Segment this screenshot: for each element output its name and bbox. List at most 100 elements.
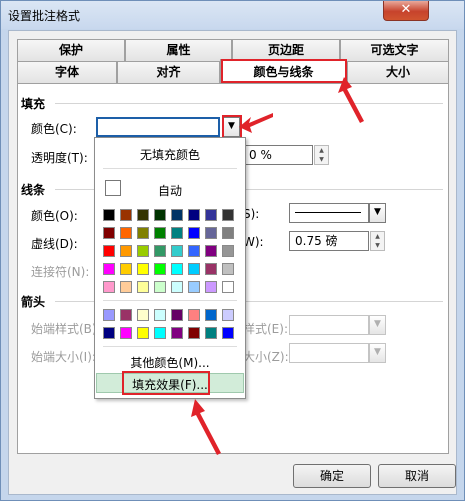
red-arrow-fill-effects-icon	[191, 399, 221, 455]
end-style-field	[289, 315, 369, 335]
color-swatch[interactable]	[103, 245, 115, 257]
end-style-dropdown-button: ▼	[369, 315, 386, 335]
close-button[interactable]: ✕	[383, 1, 429, 21]
color-swatch[interactable]	[137, 281, 149, 293]
color-swatch[interactable]	[120, 209, 132, 221]
color-swatch[interactable]	[205, 281, 217, 293]
color-swatch[interactable]	[205, 227, 217, 239]
tab-font[interactable]: 字体	[17, 61, 117, 83]
dialog-window: 设置批注格式 ✕ 保护 属性 页边距 可选文字 字体 对齐 颜色与线条 大小 填…	[0, 0, 465, 501]
color-swatch[interactable]	[222, 245, 234, 257]
color-swatch[interactable]	[154, 281, 166, 293]
end-size-field	[289, 343, 369, 363]
end-size-dropdown-button: ▼	[369, 343, 386, 363]
transparency-label: 透明度(T):	[31, 151, 88, 165]
color-swatch[interactable]	[188, 327, 200, 339]
line-style-field[interactable]	[289, 203, 369, 223]
color-swatch[interactable]	[103, 227, 115, 239]
color-swatch[interactable]	[171, 245, 183, 257]
transparency-spinner[interactable]: ▲ ▼	[314, 145, 329, 165]
fill-color-label: 颜色(C):	[31, 122, 77, 136]
color-swatch[interactable]	[222, 209, 234, 221]
color-swatch[interactable]	[205, 309, 217, 321]
color-swatch[interactable]	[137, 245, 149, 257]
color-swatch[interactable]	[103, 281, 115, 293]
color-swatch[interactable]	[154, 245, 166, 257]
color-swatch[interactable]	[154, 327, 166, 339]
color-swatch[interactable]	[222, 227, 234, 239]
popup-divider-3	[103, 346, 237, 347]
color-swatch[interactable]	[188, 245, 200, 257]
color-swatch[interactable]	[205, 327, 217, 339]
color-swatch[interactable]	[222, 309, 234, 321]
auto-color-option[interactable]: 自动	[155, 182, 185, 199]
color-swatch[interactable]	[103, 309, 115, 321]
color-swatch[interactable]	[205, 263, 217, 275]
line-color-label: 颜色(O):	[31, 209, 78, 223]
color-swatch[interactable]	[137, 327, 149, 339]
color-swatch[interactable]	[120, 327, 132, 339]
tab-protection[interactable]: 保护	[17, 39, 125, 61]
color-swatch[interactable]	[188, 209, 200, 221]
color-swatch[interactable]	[120, 309, 132, 321]
connector-label: 连接符(N):	[31, 265, 90, 279]
color-swatch[interactable]	[188, 281, 200, 293]
color-swatch[interactable]	[120, 245, 132, 257]
color-swatch[interactable]	[137, 263, 149, 275]
red-arrow-dropdown-icon	[239, 113, 273, 133]
window-title: 设置批注格式	[8, 9, 81, 23]
color-swatch[interactable]	[171, 281, 183, 293]
color-swatch[interactable]	[188, 227, 200, 239]
color-swatch[interactable]	[205, 209, 217, 221]
color-swatch[interactable]	[120, 263, 132, 275]
tab-alt-text[interactable]: 可选文字	[340, 39, 449, 61]
highlight-box-fill-effects	[122, 371, 210, 395]
color-swatch[interactable]	[103, 327, 115, 339]
title-bar[interactable]: 设置批注格式 ✕	[1, 1, 464, 29]
no-fill-option[interactable]: 无填充颜色	[95, 146, 245, 163]
color-swatch[interactable]	[188, 309, 200, 321]
color-swatch[interactable]	[120, 227, 132, 239]
color-swatch[interactable]	[103, 209, 115, 221]
color-swatch[interactable]	[103, 263, 115, 275]
color-swatch[interactable]	[222, 263, 234, 275]
tab-properties[interactable]: 属性	[125, 39, 232, 61]
color-swatch[interactable]	[154, 227, 166, 239]
color-swatch[interactable]	[205, 245, 217, 257]
line-weight-spinner[interactable]: ▲ ▼	[370, 231, 385, 251]
more-colors-option[interactable]: 其他颜色(M)...	[95, 354, 245, 371]
color-swatch[interactable]	[137, 209, 149, 221]
begin-size-label: 始端大小(I):	[31, 350, 96, 364]
color-swatch[interactable]	[137, 309, 149, 321]
color-swatch[interactable]	[171, 263, 183, 275]
ok-button[interactable]: 确定	[293, 464, 371, 488]
color-swatch[interactable]	[222, 281, 234, 293]
color-swatch[interactable]	[154, 263, 166, 275]
color-swatch[interactable]	[171, 309, 183, 321]
dash-label: 虚线(D):	[31, 237, 78, 251]
color-swatch[interactable]	[137, 227, 149, 239]
tab-alignment[interactable]: 对齐	[117, 61, 220, 83]
begin-style-label: 始端样式(B)	[31, 322, 97, 336]
fill-color-swatch-field[interactable]	[96, 117, 220, 137]
line-weight-input[interactable]: 0.75 磅	[289, 231, 369, 251]
line-style-preview	[295, 212, 361, 213]
color-swatch[interactable]	[120, 281, 132, 293]
highlight-box-tab	[221, 59, 347, 83]
auto-color-swatch[interactable]	[105, 180, 121, 196]
fill-section-title: 填充	[21, 97, 46, 111]
cancel-button[interactable]: 取消	[378, 464, 456, 488]
color-swatch[interactable]	[188, 263, 200, 275]
arrows-section-title: 箭头	[21, 295, 46, 309]
tab-margins[interactable]: 页边距	[232, 39, 340, 61]
color-swatch[interactable]	[171, 327, 183, 339]
color-swatch[interactable]	[171, 209, 183, 221]
line-section-title: 线条	[21, 183, 46, 197]
color-swatch[interactable]	[222, 327, 234, 339]
color-swatch[interactable]	[154, 209, 166, 221]
line-style-dropdown-button[interactable]: ▼	[369, 203, 386, 223]
color-swatch[interactable]	[154, 309, 166, 321]
transparency-input[interactable]: 0 %	[243, 145, 313, 165]
color-swatch[interactable]	[171, 227, 183, 239]
end-style-label: 样式(E):	[243, 322, 288, 336]
